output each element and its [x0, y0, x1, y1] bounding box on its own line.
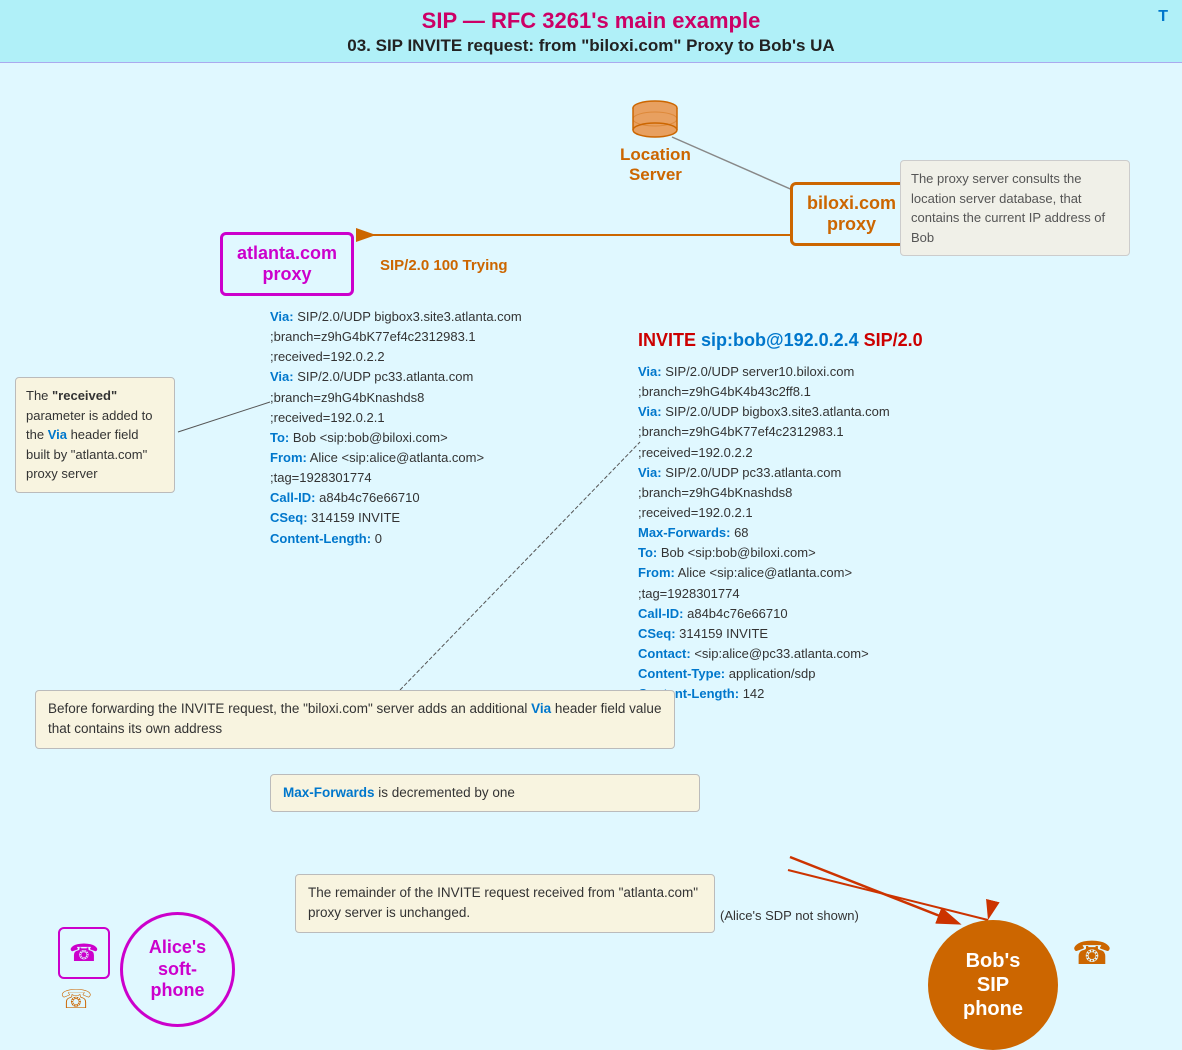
atlanta-proxy-label-line2: proxy	[237, 264, 337, 285]
phone-handset-icon: ☎	[69, 939, 99, 968]
location-server-label: Location Server	[620, 145, 691, 185]
sip-block-left: Via: SIP/2.0/UDP bigbox3.site3.atlanta.c…	[270, 307, 522, 549]
atlanta-proxy-box: atlanta.com proxy	[220, 232, 354, 296]
handset-down-icon: ☏	[60, 984, 93, 1014]
alice-label: Alice'ssoft-phone	[149, 937, 206, 1002]
bob-label: Bob'sSIPphone	[963, 949, 1023, 1021]
header: SIP — RFC 3261's main example 03. SIP IN…	[0, 0, 1182, 63]
bob-sip-phone-circle: Bob'sSIPphone	[928, 920, 1058, 1050]
biloxi-proxy-box: biloxi.com proxy	[790, 182, 913, 246]
page-subtitle: 03. SIP INVITE request: from "biloxi.com…	[0, 36, 1182, 56]
location-server: Location Server	[620, 100, 691, 185]
note-forwarding: Before forwarding the INVITE request, th…	[35, 690, 675, 749]
database-icon	[629, 100, 681, 138]
alice-phone-box-icon: ☎	[58, 927, 110, 979]
arrow-trying-label: SIP/2.0 100 Trying	[380, 257, 508, 274]
biloxi-proxy-label-line1: biloxi.com	[807, 193, 896, 214]
note-remainder: The remainder of the INVITE request rece…	[295, 874, 715, 933]
note-maxforwards: Max-Forwards is decremented by one	[270, 774, 700, 812]
alice-phone-bottom-icon: ☏	[60, 984, 93, 1015]
note-proxy-consults: The proxy server consults the location s…	[900, 160, 1130, 256]
invite-heading: INVITE sip:bob@192.0.2.4 SIP/2.0	[638, 330, 923, 351]
note-received-param: The "received" parameter is added to the…	[15, 377, 175, 493]
atlanta-proxy-label-line1: atlanta.com	[237, 243, 337, 264]
bob-handset-icon: ☎	[1072, 935, 1112, 971]
t-label: T	[1158, 8, 1168, 26]
note-received-text: The "received" parameter is added to the…	[26, 388, 152, 481]
sip-block-right: Via: SIP/2.0/UDP server10.biloxi.com ;br…	[638, 362, 890, 704]
biloxi-proxy-label-line2: proxy	[807, 214, 896, 235]
main-area: Location Server biloxi.com proxy atlanta…	[0, 72, 1182, 1041]
page-title: SIP — RFC 3261's main example	[0, 8, 1182, 34]
bob-phone-icon: ☎	[1072, 934, 1112, 972]
alice-softphone-circle: Alice'ssoft-phone	[120, 912, 235, 1027]
sdp-note: (Alice's SDP not shown)	[720, 908, 859, 923]
